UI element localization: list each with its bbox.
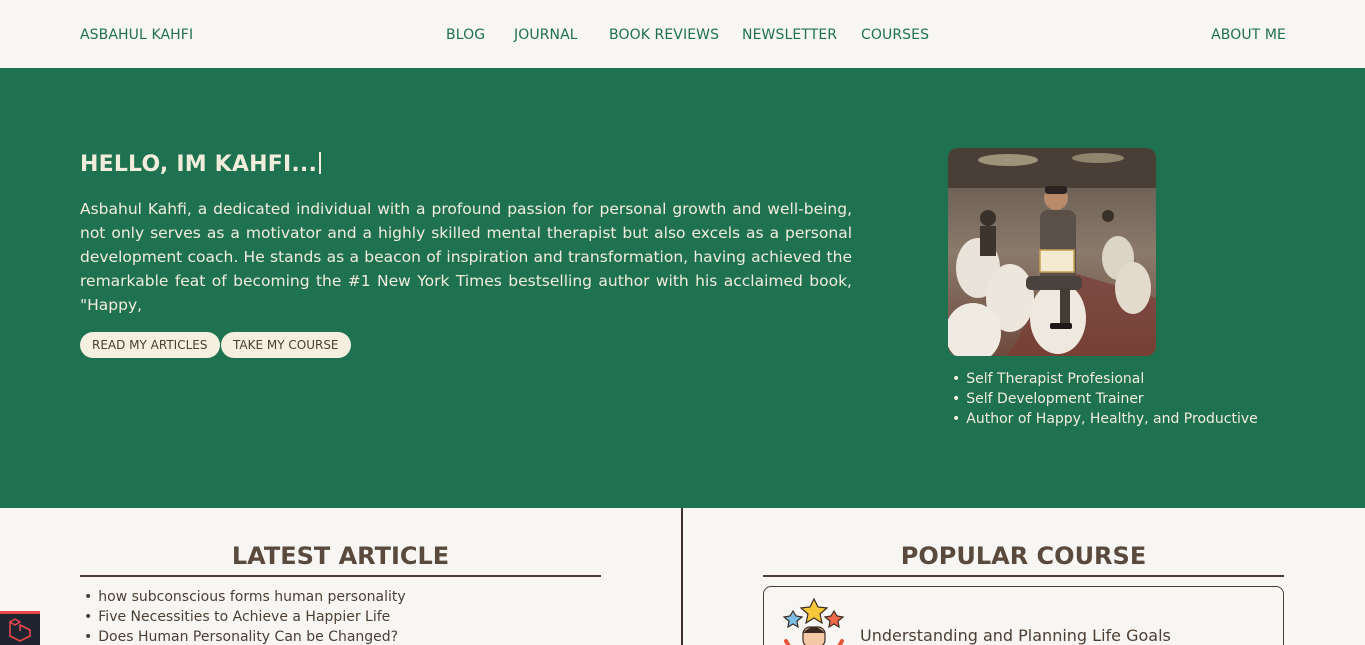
read-articles-button[interactable]: READ MY ARTICLES xyxy=(80,332,220,358)
nav-links: BLOG JOURNAL BOOK REVIEWS NEWSLETTER COU… xyxy=(0,0,1365,68)
latest-article-title: LATEST ARTICLE xyxy=(231,542,450,570)
roles-list: Self Therapist Profesional Self Developm… xyxy=(952,369,1258,429)
course-card[interactable]: Understanding and Planning Life Goals xyxy=(763,586,1284,645)
role-item: Self Therapist Profesional xyxy=(952,369,1258,389)
profile-photo-image xyxy=(948,148,1156,356)
latest-article-underline xyxy=(80,575,601,577)
laravel-debug-badge[interactable] xyxy=(0,611,40,645)
nav-about-me[interactable]: ABOUT ME xyxy=(1211,27,1286,43)
goal-stars-illustration xyxy=(782,597,845,645)
article-link[interactable]: Five Necessities to Achieve a Happier Li… xyxy=(84,607,406,627)
nav-blog[interactable]: BLOG xyxy=(446,27,485,43)
article-link[interactable]: Does Human Personality Can be Changed? xyxy=(84,627,406,645)
typing-caret xyxy=(319,152,322,174)
hero-title: HELLO, IM KAHFI... xyxy=(80,152,322,177)
content-section: LATEST ARTICLE how subconscious forms hu… xyxy=(0,508,1365,645)
nav-book-reviews[interactable]: BOOK REVIEWS xyxy=(609,27,719,43)
nav-courses[interactable]: COURSES xyxy=(861,27,929,43)
course-name[interactable]: Understanding and Planning Life Goals xyxy=(860,626,1171,645)
popular-course-title: POPULAR COURSE xyxy=(900,542,1147,570)
article-link[interactable]: how subconscious forms human personality xyxy=(84,587,405,607)
nav-newsletter[interactable]: NEWSLETTER xyxy=(742,27,837,43)
hero-title-text: HELLO, IM KAHFI... xyxy=(80,152,318,177)
nav-journal[interactable]: JOURNAL xyxy=(514,27,578,43)
role-item: Self Development Trainer xyxy=(952,389,1258,409)
hero-description: Asbahul Kahfi, a dedicated individual wi… xyxy=(80,200,852,314)
profile-photo xyxy=(948,148,1156,356)
role-item: Author of Happy, Healthy, and Productive xyxy=(952,409,1257,429)
latest-articles-list: how subconscious forms human personality… xyxy=(84,587,406,645)
column-divider xyxy=(681,508,683,645)
take-course-button[interactable]: TAKE MY COURSE xyxy=(221,332,351,358)
laravel-icon xyxy=(9,618,31,642)
hero-section: HELLO, IM KAHFI... Asbahul Kahfi, a dedi… xyxy=(0,68,1365,508)
popular-course-underline xyxy=(763,575,1284,577)
top-nav: ASBAHUL KAHFI BLOG JOURNAL BOOK REVIEWS … xyxy=(0,0,1365,68)
